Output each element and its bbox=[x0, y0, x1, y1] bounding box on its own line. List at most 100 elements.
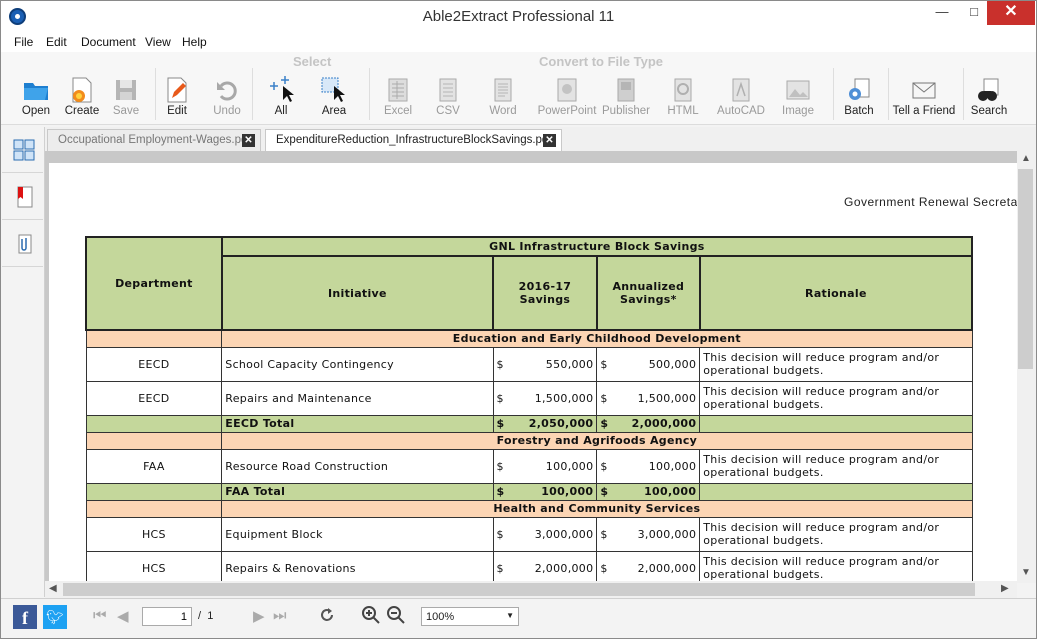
autocad-label: AutoCAD bbox=[717, 105, 765, 117]
menu-document[interactable]: Document bbox=[81, 35, 136, 49]
scroll-up-icon[interactable]: ▲ bbox=[1021, 153, 1031, 164]
folder-icon bbox=[24, 83, 48, 100]
convert-image-button[interactable]: Image bbox=[772, 72, 824, 122]
rationale-line2: operational budgets. bbox=[703, 364, 824, 377]
section-blank-cell bbox=[85, 499, 223, 518]
facebook-icon[interactable]: f bbox=[13, 605, 37, 629]
cell-dept: HCS bbox=[85, 516, 223, 552]
tell-a-friend-button[interactable]: Tell a Friend bbox=[893, 72, 955, 122]
powerpoint-icon bbox=[557, 78, 577, 102]
amount: 550,000 bbox=[545, 357, 594, 371]
cell-annualized: $2,000,000 bbox=[596, 550, 701, 583]
rotate-icon[interactable] bbox=[317, 605, 337, 625]
cell-initiative: Resource Road Construction bbox=[221, 448, 494, 484]
zoom-select[interactable]: 100% ▼ bbox=[421, 607, 519, 626]
convert-powerpoint-button[interactable]: PowerPoint bbox=[538, 72, 596, 122]
select-all-button[interactable]: All bbox=[255, 72, 307, 122]
horizontal-scroll-thumb[interactable] bbox=[63, 583, 975, 596]
envelope-icon bbox=[912, 82, 936, 99]
header-savings-line2: Savings bbox=[519, 293, 571, 306]
menu-edit[interactable]: Edit bbox=[46, 35, 67, 49]
cell-dept: FAA bbox=[85, 448, 223, 484]
amount: 2,000,000 bbox=[534, 561, 594, 575]
previous-page-icon[interactable]: ◀ bbox=[117, 607, 129, 625]
tab-expenditure-reduction[interactable]: ExpenditureReduction_InfrastructureBlock… bbox=[265, 129, 562, 151]
attachments-panel-button[interactable] bbox=[2, 221, 43, 267]
scroll-right-icon[interactable]: ▶ bbox=[1001, 583, 1009, 594]
convert-publisher-button[interactable]: Publisher bbox=[600, 72, 652, 122]
select-area-button[interactable]: Area bbox=[308, 72, 360, 122]
twitter-icon[interactable]: 🐦︎ bbox=[43, 605, 67, 629]
page-number-input[interactable] bbox=[142, 607, 192, 626]
scroll-down-icon[interactable]: ▼ bbox=[1021, 567, 1031, 578]
search-button[interactable]: Search bbox=[963, 72, 1015, 122]
powerpoint-label: PowerPoint bbox=[537, 105, 597, 117]
cell-rationale: This decision will reduce program and/or… bbox=[699, 550, 973, 583]
scroll-left-icon[interactable]: ◀ bbox=[49, 583, 57, 594]
total-savings: $2,050,000 bbox=[492, 414, 598, 433]
close-button[interactable]: ✕ bbox=[987, 1, 1035, 25]
amount: 1,500,000 bbox=[637, 391, 697, 405]
amount: 100,000 bbox=[541, 485, 594, 498]
thumbnails-icon bbox=[13, 139, 35, 161]
menu-view[interactable]: View bbox=[145, 35, 171, 49]
last-page-icon[interactable]: ⏭︎ bbox=[273, 607, 287, 624]
table-title: GNL Infrastructure Block Savings bbox=[220, 236, 974, 257]
header-annualized-line1: Annualized bbox=[612, 280, 685, 293]
next-page-icon[interactable]: ▶ bbox=[253, 607, 265, 625]
cell-dept: EECD bbox=[85, 346, 223, 382]
create-pdf-icon bbox=[72, 77, 92, 103]
menu-file[interactable]: File bbox=[14, 35, 33, 49]
convert-autocad-button[interactable]: AutoCAD bbox=[715, 72, 767, 122]
header-annualized-line2: Savings* bbox=[619, 293, 677, 306]
tab-close-icon[interactable]: ✕ bbox=[242, 134, 255, 147]
select-all-icon bbox=[270, 76, 294, 102]
separator bbox=[888, 68, 889, 120]
convert-csv-button[interactable]: CSV bbox=[422, 72, 474, 122]
total-row: FAA Total $100,000 $100,000 bbox=[85, 482, 973, 501]
total-savings: $100,000 bbox=[492, 482, 598, 501]
total-annualized: $100,000 bbox=[596, 482, 701, 501]
header-savings-line1: 2016-17 bbox=[518, 280, 572, 293]
vertical-scroll-thumb[interactable] bbox=[1018, 169, 1033, 369]
excel-icon bbox=[388, 78, 408, 102]
section-eecd: Education and Early Childhood Developmen… bbox=[221, 329, 973, 348]
rationale-line2: operational budgets. bbox=[703, 568, 824, 581]
amount: 2,050,000 bbox=[528, 417, 594, 430]
first-page-icon[interactable]: ⏮︎ bbox=[93, 607, 107, 624]
cell-initiative: Equipment Block bbox=[221, 516, 494, 552]
document-tab-bar: Occupational Employment-Wages.pdf ✕ Expe… bbox=[45, 127, 1036, 151]
total-label: EECD Total bbox=[221, 414, 494, 433]
rationale-line2: operational budgets. bbox=[703, 398, 824, 411]
document-view[interactable]: Government Renewal Secreta Department GN… bbox=[45, 151, 1017, 583]
zoom-out-icon[interactable] bbox=[386, 605, 406, 625]
bookmarks-panel-button[interactable] bbox=[2, 174, 43, 220]
tell-a-friend-label: Tell a Friend bbox=[892, 105, 956, 117]
cell-savings: $550,000 bbox=[492, 346, 598, 382]
convert-html-button[interactable]: HTML bbox=[657, 72, 709, 122]
paperclip-icon bbox=[18, 234, 32, 254]
search-label: Search bbox=[970, 105, 1008, 117]
thumbnails-panel-button[interactable] bbox=[2, 127, 43, 173]
convert-word-button[interactable]: Word bbox=[477, 72, 529, 122]
image-label: Image bbox=[782, 105, 814, 117]
tab-occupational-employment[interactable]: Occupational Employment-Wages.pdf ✕ bbox=[47, 129, 261, 151]
section-blank-cell bbox=[85, 329, 223, 348]
header-savings: 2016-17 Savings bbox=[492, 255, 598, 331]
cell-rationale: This decision will reduce program and/or… bbox=[699, 516, 973, 552]
rationale-line2: operational budgets. bbox=[703, 466, 824, 479]
tab-label: Occupational Employment-Wages.pdf bbox=[58, 134, 251, 146]
cell-dept: HCS bbox=[85, 550, 223, 583]
left-side-panel bbox=[1, 127, 45, 597]
tab-close-icon[interactable]: ✕ bbox=[543, 134, 556, 147]
total-row: EECD Total $2,050,000 $2,000,000 bbox=[85, 414, 973, 433]
app-window: Able2Extract Professional 11 — □ ✕ File … bbox=[0, 0, 1037, 639]
menu-help[interactable]: Help bbox=[182, 35, 207, 49]
table-row: HCS Repairs & Renovations $2,000,000 $2,… bbox=[85, 550, 973, 583]
edit-pencil-icon bbox=[167, 77, 187, 103]
zoom-in-icon[interactable] bbox=[361, 605, 381, 625]
batch-button[interactable]: Batch bbox=[833, 72, 885, 122]
amount: 2,000,000 bbox=[631, 417, 697, 430]
undo-button[interactable]: Undo bbox=[201, 72, 253, 122]
bookmark-icon bbox=[17, 186, 33, 208]
